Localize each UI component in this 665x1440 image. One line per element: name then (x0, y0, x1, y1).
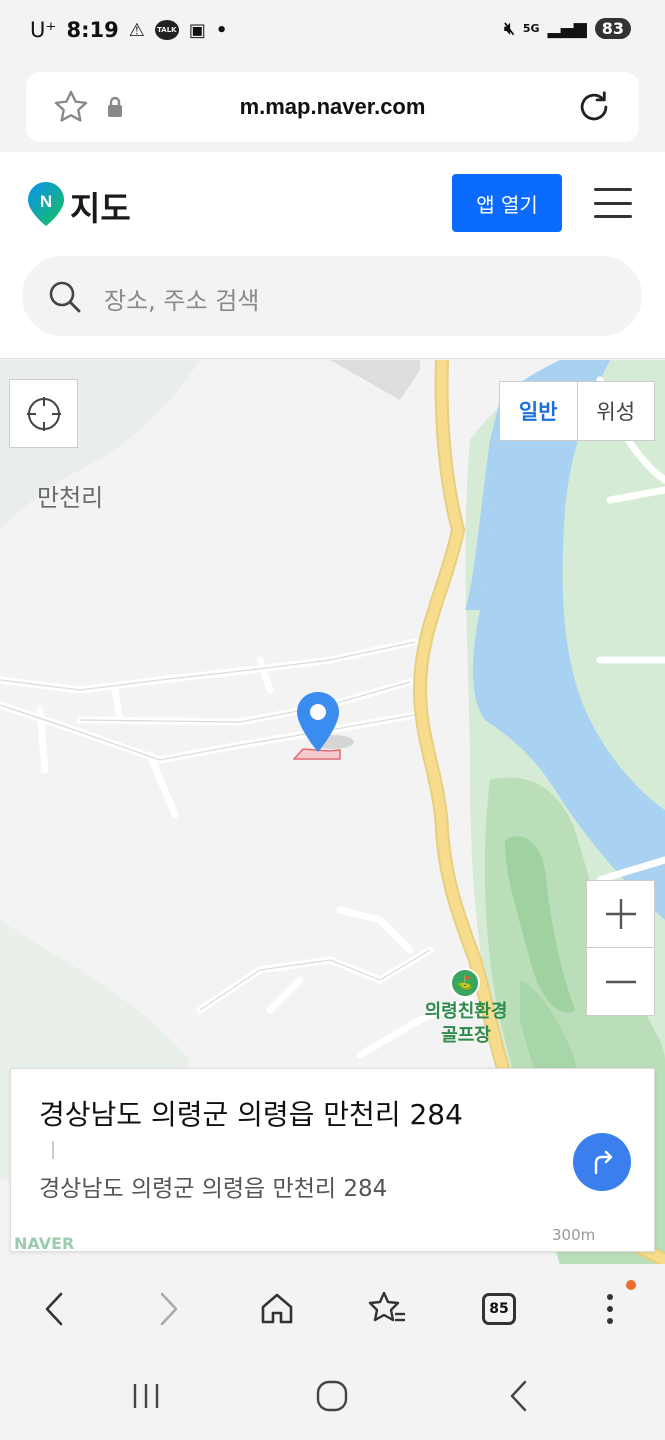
back-nav-button[interactable] (494, 1376, 544, 1416)
divider (52, 1141, 54, 1159)
open-app-button[interactable]: 앱 열기 (452, 174, 562, 232)
map-type-satellite[interactable]: 위성 (578, 382, 655, 440)
tabs-count: 85 (482, 1293, 516, 1325)
back-button[interactable] (30, 1284, 80, 1334)
chevron-left-icon (45, 1292, 63, 1326)
browser-toolbar: 85 (0, 1264, 665, 1354)
chevron-right-icon (160, 1292, 178, 1326)
bookmark-list-icon (368, 1291, 405, 1322)
mute-icon: 🔇︎ (504, 18, 515, 39)
zoom-in-button[interactable] (587, 881, 654, 948)
forward-button[interactable] (143, 1284, 193, 1334)
menu-icon[interactable] (594, 188, 632, 218)
warning-icon: ⚠ (128, 19, 145, 41)
url-text[interactable]: m.map.naver.com (26, 94, 639, 120)
notification-dot-icon: • (215, 19, 228, 41)
search-placeholder: 장소, 주소 검색 (104, 287, 260, 315)
tabs-button[interactable]: 85 (474, 1284, 524, 1334)
kakaotalk-icon: TALK (154, 20, 179, 40)
svg-text:N: N (40, 192, 52, 211)
back-arrow-icon (510, 1380, 527, 1412)
status-bar: U⁺ 8:19 ⚠ TALK ▣ • 🔇︎ 5G ▂▄▆ 83 (0, 0, 665, 66)
update-badge (626, 1280, 636, 1290)
search-icon (48, 280, 82, 318)
minus-icon (605, 980, 636, 983)
bookmarks-button[interactable] (362, 1284, 412, 1334)
home-circle-icon (316, 1380, 348, 1412)
home-icon (261, 1293, 293, 1324)
poi-label[interactable]: 의령친환경 골프장 (414, 1000, 518, 1048)
naver-watermark: NAVER (14, 1234, 75, 1253)
plus-icon (605, 899, 636, 929)
directions-button[interactable] (573, 1133, 631, 1191)
logo-text[interactable]: 지도 (70, 182, 131, 230)
map-type-toggle[interactable]: 일반 위성 (499, 381, 655, 441)
home-button[interactable] (252, 1284, 302, 1334)
directions-arrow-icon (594, 1150, 613, 1175)
zoom-out-button[interactable] (587, 948, 654, 1015)
recent-apps-icon (133, 1384, 159, 1408)
poi-label-line1: 의령친환경 (424, 1001, 508, 1022)
poi-label-line2: 골프장 (441, 1025, 491, 1046)
village-label: 만천리 (37, 484, 104, 512)
clock: 8:19 (66, 18, 119, 42)
location-pin-icon[interactable] (294, 690, 354, 760)
golf-course-icon[interactable]: ⛳ (450, 968, 480, 998)
search-input[interactable]: 장소, 주소 검색 (22, 256, 642, 336)
map-header: N 지도 앱 열기 장소, 주소 검색 (0, 152, 665, 359)
place-address: 경상남도 의령군 의령읍 만천리 284 (39, 1176, 388, 1202)
screenshot-icon: ▣ (188, 19, 206, 41)
crosshair-icon (26, 396, 61, 431)
system-navigation-bar (0, 1354, 665, 1440)
place-info-card[interactable]: 경상남도 의령군 의령읍 만천리 284 경상남도 의령군 의령읍 만천리 28… (10, 1068, 655, 1252)
battery-indicator: 83 (594, 18, 631, 39)
more-vertical-icon (607, 1294, 613, 1324)
home-nav-button[interactable] (307, 1376, 357, 1416)
naver-map-logo-icon[interactable]: N (26, 180, 66, 232)
more-menu-button[interactable] (585, 1284, 635, 1334)
reload-icon[interactable] (575, 88, 613, 130)
network-type: 5G (522, 22, 540, 35)
place-title: 경상남도 의령군 의령읍 만천리 284 (39, 1098, 463, 1131)
signal-icon: ▂▄▆ (547, 18, 587, 39)
address-bar[interactable]: m.map.naver.com (26, 72, 639, 142)
my-location-button[interactable] (9, 379, 78, 448)
zoom-control[interactable] (586, 880, 655, 1016)
map-type-normal[interactable]: 일반 (500, 382, 578, 440)
recent-apps-button[interactable] (121, 1376, 171, 1416)
map-scale: 300m (552, 1226, 596, 1244)
carrier-label: U⁺ (30, 18, 57, 42)
